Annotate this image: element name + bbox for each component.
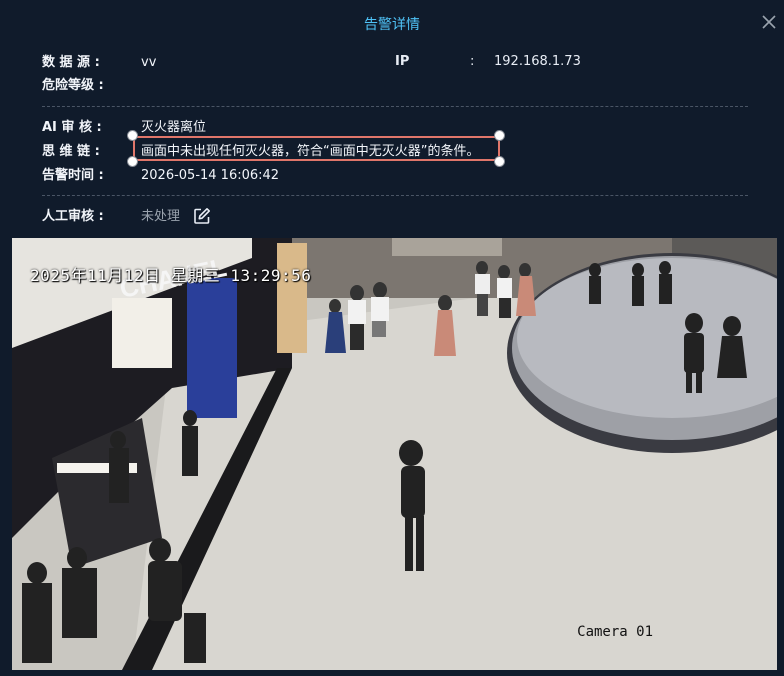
data-source-row: 数 据 源 : vv [42,54,156,72]
resize-handle-bottom-right[interactable] [494,156,505,167]
ip-value: 192.168.1.73 [494,54,581,69]
ai-review-row: AI 审 核 : 灭火器离位 [42,119,206,137]
ai-review-label: AI 审 核 : [42,120,102,135]
reasoning-row: 思 维 链 : 画面中未出现任何灭火器，符合“画面中无灭火器”的条件。 [42,143,479,161]
risk-level-label: 危险等级 : [42,78,104,93]
alarm-snapshot-image: CHANEL 2025年11月12日 星期三 13:29:56 Camera 0… [12,238,777,670]
resize-handle-bottom-left[interactable] [127,156,138,167]
resize-handle-top-left[interactable] [127,130,138,141]
text-selection-box[interactable] [133,136,500,161]
alarm-time-value: 2026-05-14 16:06:42 [141,168,280,183]
ip-label: IP [395,54,410,69]
manual-review-row: 人工审核 : 未处理 [42,208,180,226]
edit-icon[interactable] [193,207,211,225]
ip-colon: : [470,54,475,69]
manual-review-status: 未处理 [141,209,181,224]
close-icon[interactable] [762,15,776,29]
reasoning-label: 思 维 链 : [42,144,100,159]
data-source-label: 数 据 源 : [42,55,100,70]
alarm-time-label: 告警时间 : [42,168,104,183]
resize-handle-top-right[interactable] [494,130,505,141]
risk-level-row: 危险等级 : [42,77,104,95]
alarm-detail-dialog: 告警详情 数 据 源 : vv IP : 192.168.1.73 危险等级 :… [0,0,784,676]
manual-review-label: 人工审核 : [42,209,104,224]
divider [42,106,748,107]
ai-review-value: 灭火器离位 [141,120,207,135]
dialog-title: 告警详情 [364,17,420,33]
alarm-time-row: 告警时间 : 2026-05-14 16:06:42 [42,167,279,185]
osd-timestamp: 2025年11月12日 星期三 13:29:56 [30,266,312,285]
osd-camera-label: Camera 01 [577,624,653,640]
divider [42,195,748,196]
data-source-value: vv [141,55,157,70]
